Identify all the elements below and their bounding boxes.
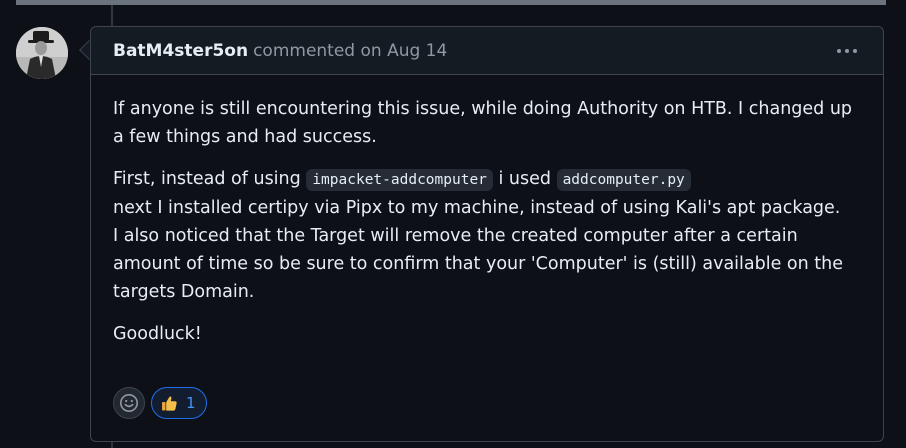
kebab-horizontal-icon <box>837 49 841 53</box>
text-fragment: next I installed certipy via Pipx to my … <box>113 198 841 218</box>
previous-item-border <box>16 0 886 5</box>
inline-code: addcomputer.py <box>556 169 691 191</box>
comment-body: If anyone is still encountering this iss… <box>91 75 883 348</box>
comment-paragraph: If anyone is still encountering this iss… <box>113 99 853 147</box>
add-reaction-button[interactable] <box>113 387 145 419</box>
kebab-dot <box>845 49 849 53</box>
comment-timestamp[interactable]: commented on Aug 14 <box>253 41 447 61</box>
comment-box: BatM4ster5on commented on Aug 14 If anyo… <box>90 26 884 442</box>
comment-paragraph: Goodluck! <box>113 324 202 344</box>
text-fragment: i used <box>492 169 557 189</box>
comment-author-link[interactable]: BatM4ster5on <box>113 41 248 61</box>
avatar[interactable] <box>16 27 68 79</box>
comment-paragraph: First, instead of using impacket-addcomp… <box>113 165 861 306</box>
thumbs-up-icon <box>162 396 177 411</box>
reactions-bar: 1 <box>113 387 207 419</box>
inline-code: impacket-addcomputer <box>306 169 493 191</box>
comment-header: BatM4ster5on commented on Aug 14 <box>91 27 883 75</box>
reaction-count: 1 <box>186 394 196 412</box>
text-fragment: First, instead of using <box>113 169 307 189</box>
text-fragment: I also noticed that the Target will remo… <box>113 226 844 302</box>
avatar-image <box>16 27 68 79</box>
kebab-dot <box>853 49 857 53</box>
issue-timeline-page: BatM4ster5on commented on Aug 14 If anyo… <box>0 0 906 448</box>
smiley-icon <box>120 394 138 412</box>
comment-options-button[interactable] <box>833 40 861 62</box>
reaction-thumbs-up-button[interactable]: 1 <box>151 387 207 419</box>
